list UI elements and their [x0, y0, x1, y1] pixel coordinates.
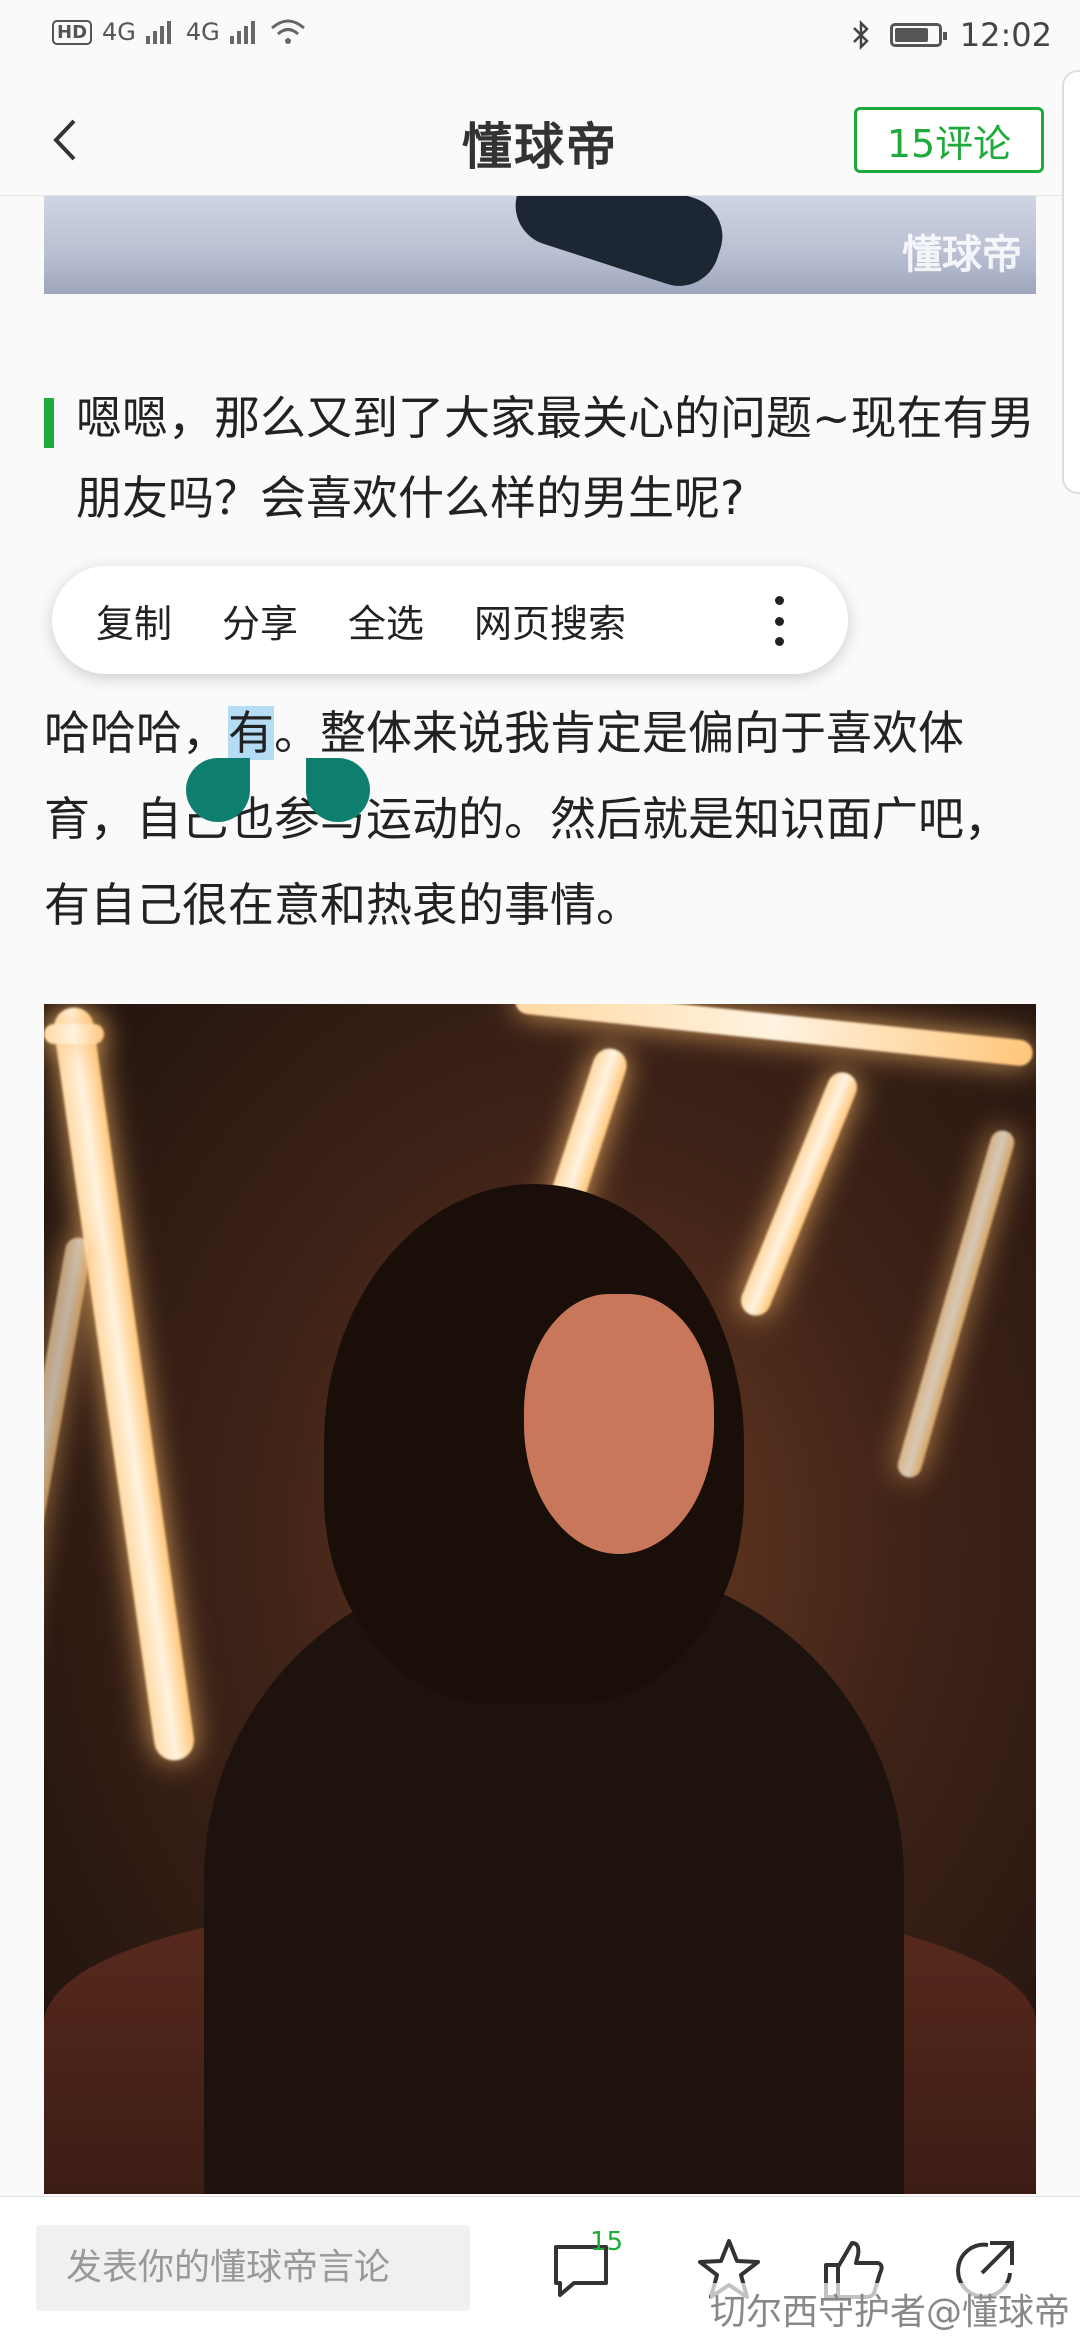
status-right: 12:02 — [850, 16, 1052, 54]
signal-label-1: 4G — [102, 18, 136, 46]
app-header: 懂球帝 15评论 — [0, 85, 1080, 196]
snowboard-shape — [505, 196, 733, 294]
signal-icon — [229, 21, 255, 44]
network-indicators: HD 4G 4G — [52, 18, 306, 46]
bottom-action-bar: 发表你的懂球帝言论 15 切尔西守护者@懂球帝 — [0, 2196, 1080, 2341]
comments-button[interactable]: 15评论 — [854, 107, 1044, 173]
battery-icon — [889, 23, 947, 47]
source-watermark: 切尔西守护者@懂球帝 — [709, 2283, 1070, 2335]
selection-handle-start[interactable] — [186, 758, 250, 822]
text-selection-menu: 复制 分享 全选 网页搜索 — [52, 566, 848, 674]
copy-menu-item[interactable]: 复制 — [96, 593, 172, 648]
image-watermark: 懂球帝 — [902, 232, 1022, 278]
interview-answer[interactable]: 哈哈哈，有。整体来说我肯定是偏向于喜欢体育，自己也参与运动的。然后就是知识面广吧… — [44, 690, 1044, 948]
comment-input[interactable]: 发表你的懂球帝言论 — [36, 2225, 470, 2311]
status-bar: HD 4G 4G 12:02 — [0, 0, 1080, 75]
signal-icon — [145, 21, 171, 44]
bluetooth-icon — [852, 19, 869, 51]
selected-text[interactable]: 有 — [228, 706, 274, 760]
signal-label-2: 4G — [185, 18, 220, 46]
comment-count-badge: 15 — [590, 2227, 624, 2257]
selection-handle-end[interactable] — [306, 758, 370, 822]
clock: 12:02 — [959, 16, 1052, 54]
more-vertical-icon[interactable] — [774, 596, 784, 646]
question-accent-bar — [44, 398, 54, 448]
answer-text-before: 哈哈哈， — [44, 706, 228, 760]
article-image-snowboard: 懂球帝 — [44, 196, 1036, 294]
scroll-indicator[interactable] — [1062, 70, 1080, 494]
article-photo — [44, 1004, 1036, 2194]
select-all-menu-item[interactable]: 全选 — [348, 593, 424, 648]
share-menu-item[interactable]: 分享 — [222, 593, 298, 648]
interview-question: 嗯嗯，那么又到了大家最关心的问题~现在有男朋友吗？会喜欢什么样的男生呢? — [76, 391, 1035, 525]
hd-icon: HD — [52, 19, 93, 45]
wifi-icon — [270, 19, 305, 44]
photo-face — [524, 1294, 714, 1554]
web-search-menu-item[interactable]: 网页搜索 — [474, 593, 626, 648]
